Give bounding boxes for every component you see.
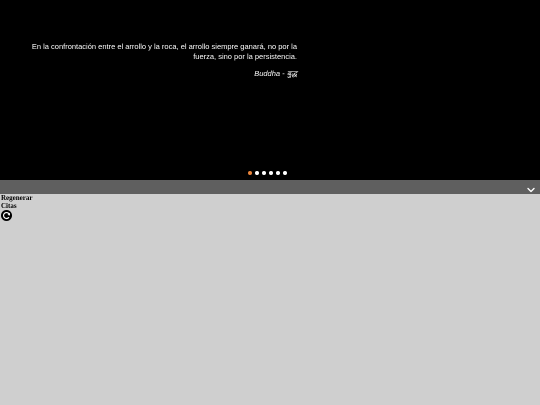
toolbar bbox=[0, 180, 540, 194]
carousel-dots bbox=[248, 171, 287, 177]
regenerate-label: Regenerar Citas bbox=[1, 194, 61, 210]
carousel-dot-6[interactable] bbox=[283, 171, 287, 175]
refresh-icon bbox=[2, 211, 11, 220]
carousel-dot-5[interactable] bbox=[276, 171, 280, 175]
carousel-dot-1[interactable] bbox=[248, 171, 252, 175]
carousel-dot-2[interactable] bbox=[255, 171, 259, 175]
regenerate-button[interactable] bbox=[1, 210, 12, 221]
quote-panel: En la confrontación entre el arrollo y l… bbox=[0, 0, 540, 180]
regenerate-label-line2: Citas bbox=[1, 201, 17, 210]
carousel-dot-3[interactable] bbox=[262, 171, 266, 175]
quote-author: Buddha - बुद्ध bbox=[254, 69, 297, 78]
carousel-dot-4[interactable] bbox=[269, 171, 273, 175]
quote-text: En la confrontación entre el arrollo y l… bbox=[31, 42, 297, 61]
chevron-down-icon[interactable] bbox=[526, 182, 536, 193]
